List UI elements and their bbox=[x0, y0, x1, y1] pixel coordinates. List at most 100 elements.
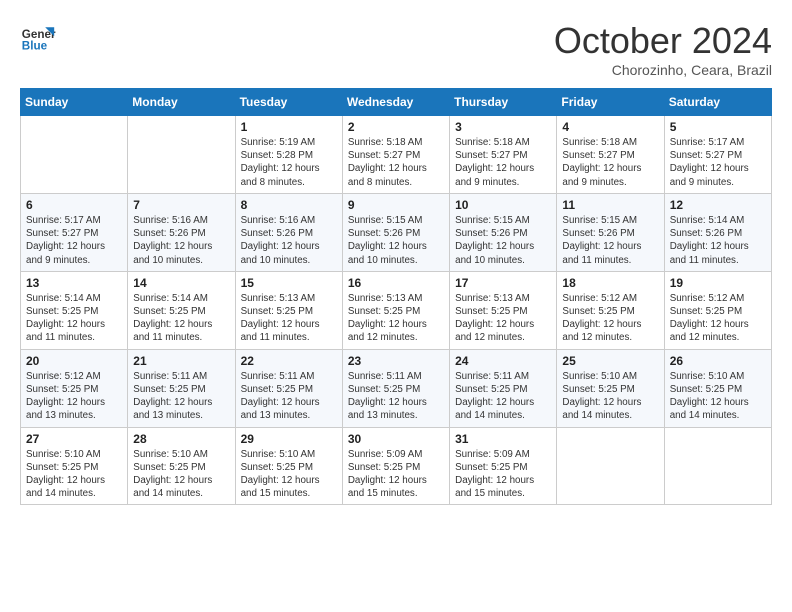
table-row bbox=[128, 116, 235, 194]
col-thursday: Thursday bbox=[450, 89, 557, 116]
calendar-table: Sunday Monday Tuesday Wednesday Thursday… bbox=[20, 88, 772, 505]
day-number: 17 bbox=[455, 276, 551, 290]
day-number: 18 bbox=[562, 276, 658, 290]
day-info: Sunrise: 5:15 AM Sunset: 5:26 PM Dayligh… bbox=[562, 214, 658, 267]
table-row: 13 Sunrise: 5:14 AM Sunset: 5:25 PM Dayli… bbox=[21, 271, 128, 349]
day-info: Sunrise: 5:09 AM Sunset: 5:25 PM Dayligh… bbox=[348, 448, 444, 501]
day-info: Sunrise: 5:11 AM Sunset: 5:25 PM Dayligh… bbox=[455, 370, 551, 423]
day-number: 12 bbox=[670, 198, 766, 212]
table-row: 11Sunrise: 5:15 AM Sunset: 5:26 PM Dayli… bbox=[557, 193, 664, 271]
day-info: Sunrise: 5:14 AM Sunset: 5:25 PM Dayligh… bbox=[26, 292, 122, 345]
day-info: Sunrise: 5:11 AM Sunset: 5:25 PM Dayligh… bbox=[133, 370, 229, 423]
day-number: 30 bbox=[348, 432, 444, 446]
table-row: 9 Sunrise: 5:15 AM Sunset: 5:26 PM Daylig… bbox=[342, 193, 449, 271]
table-row: 31Sunrise: 5:09 AM Sunset: 5:25 PM Dayli… bbox=[450, 427, 557, 505]
day-info: Sunrise: 5:13 AM Sunset: 5:25 PM Dayligh… bbox=[241, 292, 337, 345]
day-number: 14 bbox=[133, 276, 229, 290]
table-row: 28 Sunrise: 5:10 AM Sunset: 5:25 PM Dayli… bbox=[128, 427, 235, 505]
table-row: 23 Sunrise: 5:11 AM Sunset: 5:25 PM Dayli… bbox=[342, 349, 449, 427]
day-info: Sunrise: 5:10 AM Sunset: 5:25 PM Dayligh… bbox=[26, 448, 122, 501]
table-row bbox=[664, 427, 771, 505]
calendar-week-row: 6 Sunrise: 5:17 AM Sunset: 5:27 PM Daylig… bbox=[21, 193, 772, 271]
logo: General Blue bbox=[20, 20, 56, 56]
logo-icon: General Blue bbox=[20, 20, 56, 56]
day-info: Sunrise: 5:18 AM Sunset: 5:27 PM Dayligh… bbox=[455, 136, 551, 189]
day-info: Sunrise: 5:15 AM Sunset: 5:26 PM Dayligh… bbox=[348, 214, 444, 267]
day-info: Sunrise: 5:09 AM Sunset: 5:25 PM Dayligh… bbox=[455, 448, 551, 501]
table-row: 5 Sunrise: 5:17 AM Sunset: 5:27 PM Daylig… bbox=[664, 116, 771, 194]
day-number: 1 bbox=[241, 120, 337, 134]
title-section: October 2024 Chorozinho, Ceara, Brazil bbox=[554, 20, 772, 78]
day-number: 4 bbox=[562, 120, 658, 134]
day-info: Sunrise: 5:12 AM Sunset: 5:25 PM Dayligh… bbox=[562, 292, 658, 345]
table-row: 17 Sunrise: 5:13 AM Sunset: 5:25 PM Dayli… bbox=[450, 271, 557, 349]
day-info: Sunrise: 5:12 AM Sunset: 5:25 PM Dayligh… bbox=[26, 370, 122, 423]
col-tuesday: Tuesday bbox=[235, 89, 342, 116]
day-info: Sunrise: 5:10 AM Sunset: 5:25 PM Dayligh… bbox=[133, 448, 229, 501]
table-row bbox=[557, 427, 664, 505]
table-row: 16 Sunrise: 5:13 AM Sunset: 5:25 PM Dayli… bbox=[342, 271, 449, 349]
table-row: 26 Sunrise: 5:10 AM Sunset: 5:25 PM Dayli… bbox=[664, 349, 771, 427]
table-row: 7 Sunrise: 5:16 AM Sunset: 5:26 PM Daylig… bbox=[128, 193, 235, 271]
calendar-week-row: 27 Sunrise: 5:10 AM Sunset: 5:25 PM Dayli… bbox=[21, 427, 772, 505]
day-number: 24 bbox=[455, 354, 551, 368]
day-info: Sunrise: 5:18 AM Sunset: 5:27 PM Dayligh… bbox=[562, 136, 658, 189]
table-row: 29 Sunrise: 5:10 AM Sunset: 5:25 PM Dayli… bbox=[235, 427, 342, 505]
day-info: Sunrise: 5:13 AM Sunset: 5:25 PM Dayligh… bbox=[348, 292, 444, 345]
table-row: 3 Sunrise: 5:18 AM Sunset: 5:27 PM Daylig… bbox=[450, 116, 557, 194]
day-info: Sunrise: 5:18 AM Sunset: 5:27 PM Dayligh… bbox=[348, 136, 444, 189]
day-info: Sunrise: 5:17 AM Sunset: 5:27 PM Dayligh… bbox=[670, 136, 766, 189]
table-row: 10 Sunrise: 5:15 AM Sunset: 5:26 PM Dayli… bbox=[450, 193, 557, 271]
day-number: 27 bbox=[26, 432, 122, 446]
col-monday: Monday bbox=[128, 89, 235, 116]
calendar-week-row: 13 Sunrise: 5:14 AM Sunset: 5:25 PM Dayli… bbox=[21, 271, 772, 349]
day-number: 26 bbox=[670, 354, 766, 368]
day-number: 29 bbox=[241, 432, 337, 446]
day-number: 6 bbox=[26, 198, 122, 212]
day-info: Sunrise: 5:14 AM Sunset: 5:26 PM Dayligh… bbox=[670, 214, 766, 267]
page-header: General Blue October 2024 Chorozinho, Ce… bbox=[20, 20, 772, 78]
location-subtitle: Chorozinho, Ceara, Brazil bbox=[554, 62, 772, 78]
day-number: 25 bbox=[562, 354, 658, 368]
day-number: 15 bbox=[241, 276, 337, 290]
col-saturday: Saturday bbox=[664, 89, 771, 116]
table-row bbox=[21, 116, 128, 194]
day-number: 7 bbox=[133, 198, 229, 212]
day-info: Sunrise: 5:13 AM Sunset: 5:25 PM Dayligh… bbox=[455, 292, 551, 345]
day-number: 22 bbox=[241, 354, 337, 368]
calendar-week-row: 1Sunrise: 5:19 AM Sunset: 5:28 PM Daylig… bbox=[21, 116, 772, 194]
table-row: 27 Sunrise: 5:10 AM Sunset: 5:25 PM Dayli… bbox=[21, 427, 128, 505]
svg-text:Blue: Blue bbox=[22, 40, 48, 53]
table-row: 20Sunrise: 5:12 AM Sunset: 5:25 PM Dayli… bbox=[21, 349, 128, 427]
day-number: 3 bbox=[455, 120, 551, 134]
table-row: 8Sunrise: 5:16 AM Sunset: 5:26 PM Daylig… bbox=[235, 193, 342, 271]
table-row: 14 Sunrise: 5:14 AM Sunset: 5:25 PM Dayli… bbox=[128, 271, 235, 349]
day-number: 10 bbox=[455, 198, 551, 212]
day-number: 23 bbox=[348, 354, 444, 368]
table-row: 24 Sunrise: 5:11 AM Sunset: 5:25 PM Dayli… bbox=[450, 349, 557, 427]
day-info: Sunrise: 5:16 AM Sunset: 5:26 PM Dayligh… bbox=[133, 214, 229, 267]
day-info: Sunrise: 5:10 AM Sunset: 5:25 PM Dayligh… bbox=[670, 370, 766, 423]
day-info: Sunrise: 5:17 AM Sunset: 5:27 PM Dayligh… bbox=[26, 214, 122, 267]
table-row: 15 Sunrise: 5:13 AM Sunset: 5:25 PM Dayli… bbox=[235, 271, 342, 349]
table-row: 21 Sunrise: 5:11 AM Sunset: 5:25 PM Dayli… bbox=[128, 349, 235, 427]
day-info: Sunrise: 5:10 AM Sunset: 5:25 PM Dayligh… bbox=[562, 370, 658, 423]
table-row: 19Sunrise: 5:12 AM Sunset: 5:25 PM Dayli… bbox=[664, 271, 771, 349]
day-info: Sunrise: 5:11 AM Sunset: 5:25 PM Dayligh… bbox=[348, 370, 444, 423]
table-row: 22Sunrise: 5:11 AM Sunset: 5:25 PM Dayli… bbox=[235, 349, 342, 427]
table-row: 30 Sunrise: 5:09 AM Sunset: 5:25 PM Dayli… bbox=[342, 427, 449, 505]
day-info: Sunrise: 5:10 AM Sunset: 5:25 PM Dayligh… bbox=[241, 448, 337, 501]
day-info: Sunrise: 5:14 AM Sunset: 5:25 PM Dayligh… bbox=[133, 292, 229, 345]
day-number: 13 bbox=[26, 276, 122, 290]
table-row: 2Sunrise: 5:18 AM Sunset: 5:27 PM Daylig… bbox=[342, 116, 449, 194]
day-info: Sunrise: 5:15 AM Sunset: 5:26 PM Dayligh… bbox=[455, 214, 551, 267]
day-number: 9 bbox=[348, 198, 444, 212]
col-wednesday: Wednesday bbox=[342, 89, 449, 116]
day-number: 19 bbox=[670, 276, 766, 290]
day-number: 28 bbox=[133, 432, 229, 446]
table-row: 25 Sunrise: 5:10 AM Sunset: 5:25 PM Dayli… bbox=[557, 349, 664, 427]
day-number: 21 bbox=[133, 354, 229, 368]
day-number: 5 bbox=[670, 120, 766, 134]
table-row: 12 Sunrise: 5:14 AM Sunset: 5:26 PM Dayli… bbox=[664, 193, 771, 271]
day-number: 16 bbox=[348, 276, 444, 290]
